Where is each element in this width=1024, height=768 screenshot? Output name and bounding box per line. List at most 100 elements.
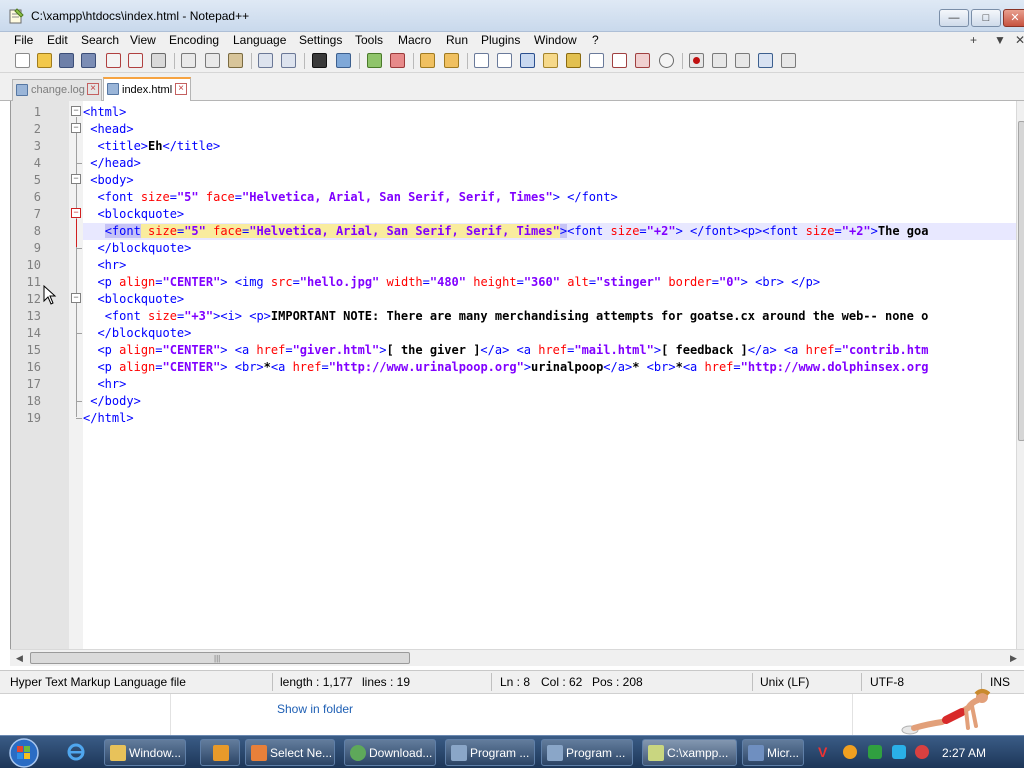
menu-help[interactable]: ?	[592, 33, 599, 47]
menu-tools[interactable]: Tools	[355, 33, 383, 47]
menu-file[interactable]: File	[14, 33, 33, 47]
scroll-left-icon[interactable]: ◀	[16, 653, 23, 664]
play-macro-multiple-icon[interactable]	[758, 53, 773, 68]
fold-toggle-icon[interactable]: −	[71, 123, 81, 133]
code-view[interactable]: <html> <head> <title>Eh</title> </head> …	[83, 101, 1016, 649]
monitoring-icon[interactable]	[635, 53, 650, 68]
sync-vertical-icon[interactable]	[420, 53, 435, 68]
stop-macro-icon[interactable]	[712, 53, 727, 68]
replace-icon[interactable]	[336, 53, 351, 68]
chrome-icon	[350, 745, 366, 761]
line-number: 7	[33, 207, 41, 221]
status-lines: lines : 19	[362, 675, 411, 689]
menu-bar: File Edit Search View Encoding Language …	[0, 32, 1024, 49]
show-all-characters-icon[interactable]	[497, 53, 512, 68]
menu-encoding[interactable]: Encoding	[169, 33, 219, 47]
code-line: <head>	[90, 122, 134, 136]
close-all-icon[interactable]	[128, 53, 143, 68]
maximize-button[interactable]: □	[971, 9, 1001, 27]
indent-guide-icon[interactable]	[520, 53, 535, 68]
eye-icon[interactable]	[659, 53, 674, 68]
fold-toggle-icon[interactable]: −	[71, 174, 81, 184]
taskbar-button-microsoft[interactable]: Micr...	[742, 739, 804, 766]
tab-index-html[interactable]: index.html ×	[103, 77, 191, 101]
taskbar-button-program-2[interactable]: Program ...	[541, 739, 633, 766]
zoom-out-icon[interactable]	[390, 53, 405, 68]
fold-end-marker	[76, 248, 82, 249]
menu-macro[interactable]: Macro	[398, 33, 431, 47]
line-number: 17	[26, 377, 41, 391]
document-map-icon[interactable]	[566, 53, 581, 68]
network-tray-icon[interactable]	[868, 745, 882, 759]
tab-list-dropdown-icon[interactable]: ▼	[994, 33, 1006, 47]
taskbar-button-download[interactable]: Download...	[344, 739, 436, 766]
vertical-scrollbar[interactable]	[1016, 101, 1024, 649]
taskbar-button-notepad[interactable]: C:\xampp...	[642, 739, 737, 766]
taskbar-clock[interactable]: 2:27 AM	[942, 746, 986, 760]
open-folder-icon[interactable]	[37, 53, 52, 68]
undo-icon[interactable]	[258, 53, 273, 68]
folder-icon	[110, 745, 126, 761]
user-language-icon[interactable]	[543, 53, 558, 68]
fold-toggle-icon[interactable]: −	[71, 106, 81, 116]
word-wrap-icon[interactable]	[474, 53, 489, 68]
menu-plugins[interactable]: Plugins	[481, 33, 520, 47]
redo-icon[interactable]	[281, 53, 296, 68]
save-icon[interactable]	[59, 53, 74, 68]
close-button[interactable]: ✕	[1003, 9, 1024, 27]
paste-icon[interactable]	[228, 53, 243, 68]
tab-change-log[interactable]: change.log ×	[12, 79, 102, 101]
cut-icon[interactable]	[181, 53, 196, 68]
recording-tray-icon[interactable]	[915, 745, 929, 759]
tab-close-icon[interactable]: ×	[87, 83, 99, 95]
sync-horizontal-icon[interactable]	[444, 53, 459, 68]
vertical-scroll-thumb[interactable]	[1018, 121, 1024, 441]
folder-as-workspace-icon[interactable]	[612, 53, 627, 68]
horizontal-scrollbar[interactable]: ◀ ||| ▶	[10, 649, 1024, 666]
start-button-windows-orb-icon[interactable]	[4, 737, 44, 768]
print-icon[interactable]	[151, 53, 166, 68]
new-tab-plus-icon[interactable]: +	[970, 33, 977, 47]
horizontal-scroll-thumb[interactable]: |||	[30, 652, 410, 664]
record-macro-icon[interactable]	[689, 53, 704, 68]
show-in-folder-link[interactable]: Show in folder	[277, 702, 353, 716]
play-macro-icon[interactable]	[735, 53, 750, 68]
toolbar-separator	[251, 53, 252, 69]
function-list-icon[interactable]	[589, 53, 604, 68]
taskbar-button-label: Program ...	[470, 746, 530, 760]
minimize-button[interactable]: —	[939, 9, 969, 27]
taskbar-button-media[interactable]	[200, 739, 240, 766]
menu-edit[interactable]: Edit	[47, 33, 68, 47]
code-line: <hr>	[97, 377, 127, 391]
save-macro-icon[interactable]	[781, 53, 796, 68]
search-tray-icon[interactable]	[843, 745, 857, 759]
new-file-icon[interactable]	[15, 53, 30, 68]
taskbar-button-window[interactable]: Window...	[104, 739, 186, 766]
copy-icon[interactable]	[205, 53, 220, 68]
fold-toggle-icon[interactable]: −	[71, 293, 81, 303]
close-document-icon[interactable]: ✕	[1015, 33, 1024, 47]
line-number: 10	[26, 258, 41, 272]
menu-language[interactable]: Language	[233, 33, 286, 47]
zoom-in-icon[interactable]	[367, 53, 382, 68]
save-all-icon[interactable]	[81, 53, 96, 68]
menu-search[interactable]: Search	[81, 33, 119, 47]
code-line: </head>	[90, 156, 141, 170]
internet-explorer-icon[interactable]	[66, 742, 86, 762]
menu-window[interactable]: Window	[534, 33, 577, 47]
taskbar-button-select-new[interactable]: Select Ne...	[245, 739, 335, 766]
menu-settings[interactable]: Settings	[299, 33, 342, 47]
fold-toggle-icon[interactable]: −	[71, 208, 81, 218]
menu-run[interactable]: Run	[446, 33, 468, 47]
menu-view[interactable]: View	[130, 33, 156, 47]
display-tray-icon[interactable]	[892, 745, 906, 759]
taskbar-button-label: Window...	[129, 746, 182, 760]
antivirus-tray-icon[interactable]: V	[818, 745, 832, 759]
tab-close-icon[interactable]: ×	[175, 83, 187, 95]
scroll-right-icon[interactable]: ▶	[1010, 653, 1017, 664]
find-icon[interactable]	[312, 53, 327, 68]
editor-area[interactable]: 1 2 3 4 5 6 7 8 9 10 11 12 13 14 15 16 1…	[10, 101, 1024, 649]
taskbar-button-program-1[interactable]: Program ...	[445, 739, 535, 766]
close-file-icon[interactable]	[106, 53, 121, 68]
line-number: 16	[26, 360, 41, 374]
